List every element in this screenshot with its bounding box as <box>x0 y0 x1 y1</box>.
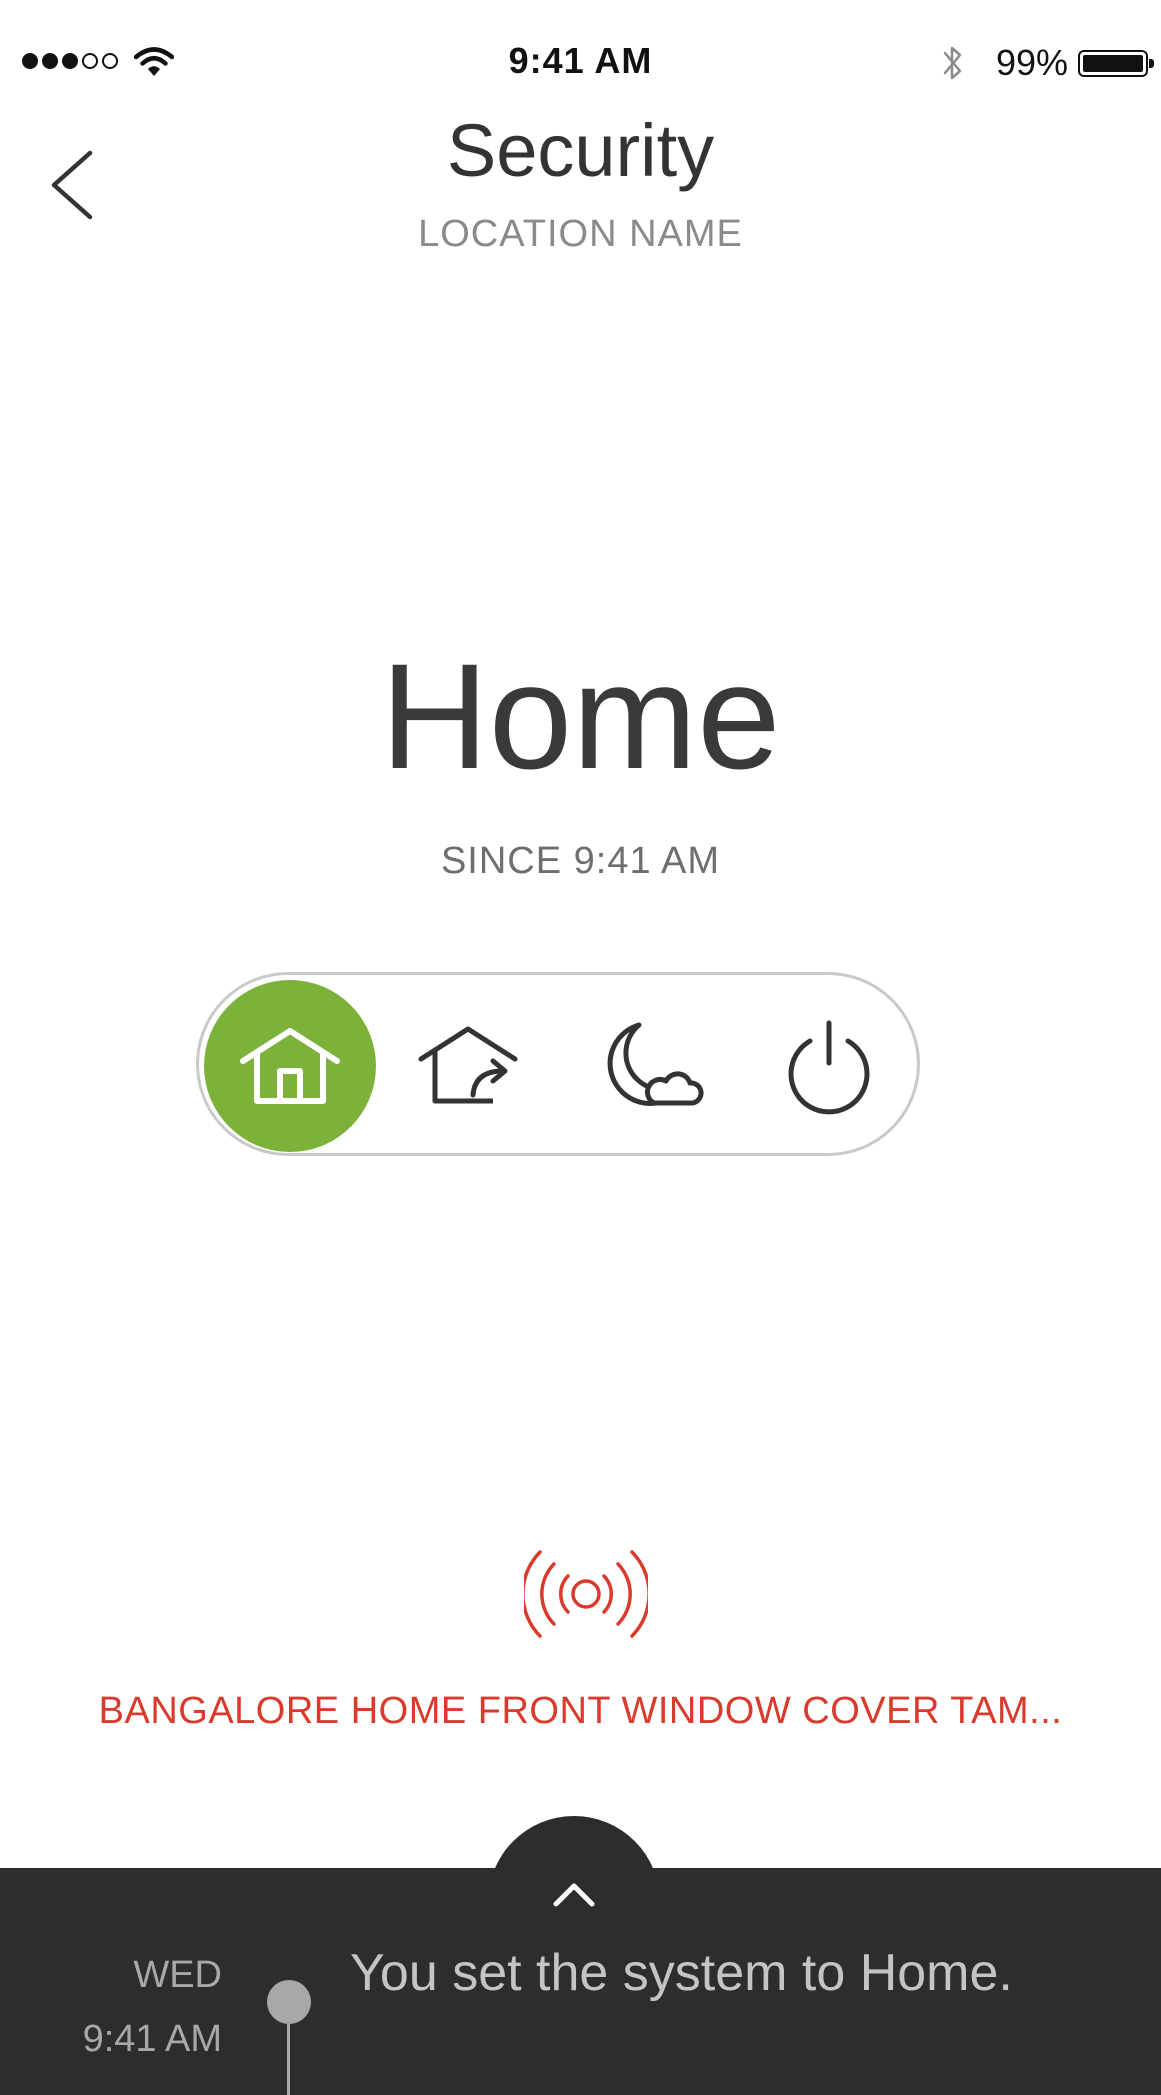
battery-percent: 99% <box>996 42 1069 83</box>
mode-home-button[interactable] <box>204 980 376 1152</box>
status-time: 9:41 AM <box>508 40 653 81</box>
event-time: 9:41 AM <box>82 2018 222 2060</box>
mode-off-button[interactable] <box>743 980 915 1152</box>
power-icon <box>788 1020 870 1115</box>
page-title: Security <box>446 109 715 192</box>
status-bar: 9:41 AM 99% <box>0 0 1161 120</box>
alarm-message[interactable]: BANGALORE HOME FRONT WINDOW COVER TAM... <box>0 1690 1161 1733</box>
mode-away-button[interactable] <box>382 980 554 1152</box>
current-mode: Home <box>380 632 781 800</box>
alarm-broadcast-icon <box>524 1550 648 1638</box>
mode-selector <box>196 972 920 1156</box>
battery-icon <box>1078 50 1154 77</box>
event-message: You set the system to Home. <box>350 1944 1013 2002</box>
mode-night-button[interactable] <box>563 980 735 1152</box>
home-icon <box>240 1028 340 1104</box>
night-icon <box>607 1022 704 1106</box>
chevron-up-icon[interactable] <box>552 1880 596 1908</box>
event-day: WED <box>133 1954 222 1996</box>
timeline-dot <box>267 1980 311 2024</box>
away-icon <box>418 1026 518 1104</box>
timeline-line <box>287 2020 290 2095</box>
location-name: LOCATION NAME <box>418 213 743 255</box>
bluetooth-icon <box>943 46 962 80</box>
mode-since: SINCE 9:41 AM <box>440 840 721 882</box>
